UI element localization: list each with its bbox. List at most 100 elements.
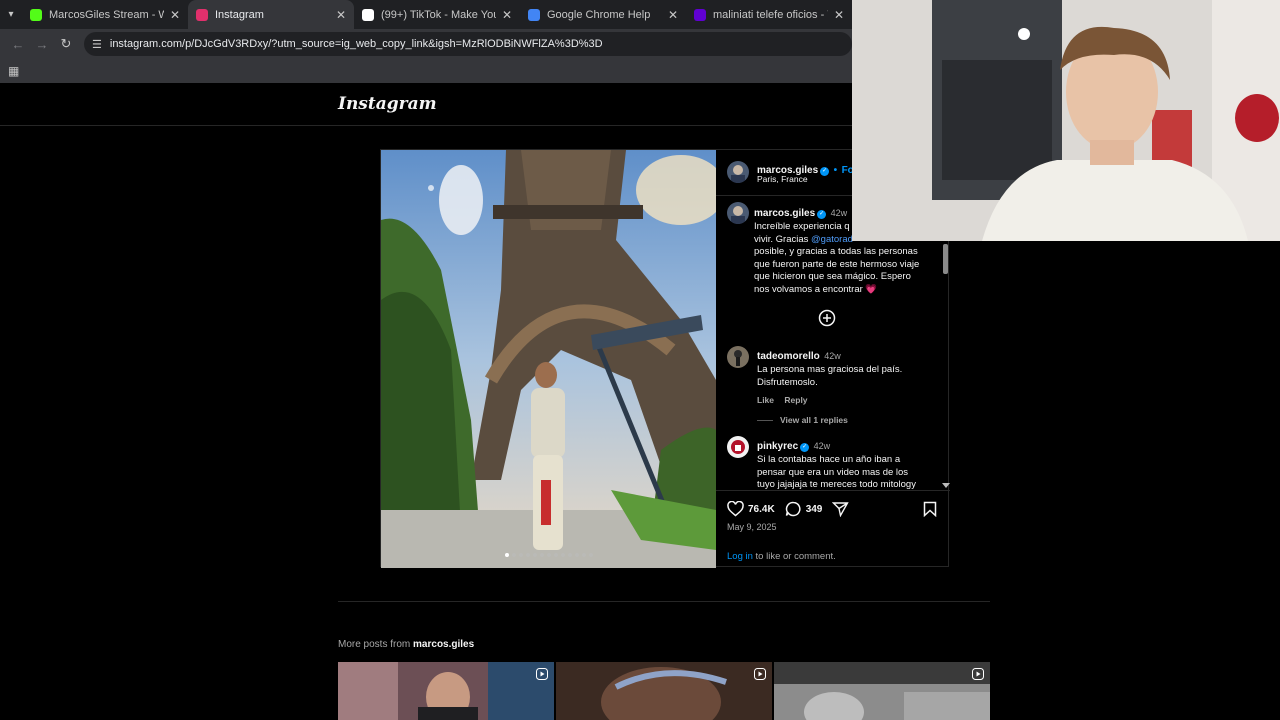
carousel-dot (561, 553, 565, 557)
browser-tab[interactable]: maliniati telefe oficios - Yahoo ✕ (686, 0, 852, 29)
post-date: May 9, 2025 (727, 522, 777, 532)
browser-tab[interactable]: Instagram ✕ (188, 0, 354, 29)
carousel-indicator (505, 553, 593, 557)
browser-tab[interactable]: Google Chrome Help ✕ (520, 0, 686, 29)
reel-icon (972, 668, 984, 680)
section-divider (338, 601, 990, 602)
reply-divider (757, 419, 773, 421)
comment: tadeomorello 42w La persona mas graciosa… (757, 346, 942, 425)
kick-icon (30, 8, 42, 21)
more-post-thumbnail[interactable] (774, 662, 990, 720)
apps-icon[interactable]: ▦ (8, 64, 19, 78)
more-post-thumbnail[interactable] (338, 662, 554, 720)
view-replies-label: View all 1 replies (780, 415, 848, 426)
forward-button[interactable]: → (30, 32, 54, 56)
webcam-overlay (852, 0, 1280, 241)
share-icon[interactable] (832, 501, 850, 517)
comment-like-button[interactable]: Like (757, 395, 774, 405)
carousel-dot (582, 553, 586, 557)
browser-toolbar: ← → ↻ ☰ instagram.com/p/DJcGdV3RDxy/?utm… (0, 29, 852, 59)
caption-line: que fueron parte de este hermoso viaje (754, 258, 920, 270)
save-bookmark-icon[interactable] (923, 501, 937, 517)
caption-mention-link[interactable]: @gatorad (811, 234, 853, 245)
caption-line: que hicieron que sea mágico. Espero (754, 271, 911, 283)
site-info-icon[interactable]: ☰ (92, 38, 102, 51)
follow-dot: • (833, 165, 838, 176)
tab-search-button[interactable]: ▾ (0, 0, 22, 29)
comment: pinkyrec ✓ 42w Si la contabas hace un año… (757, 436, 942, 490)
load-more-comments-button[interactable] (818, 309, 836, 332)
thumbnail-image (774, 662, 990, 720)
heart-icon[interactable] (727, 501, 744, 517)
view-replies-button[interactable]: View all 1 replies (757, 415, 942, 425)
caption-age: 42w (830, 208, 848, 218)
comments-scrollbar[interactable] (942, 244, 950, 488)
yahoo-icon (694, 8, 706, 21)
tab-title: maliniati telefe oficios - Yahoo (713, 8, 828, 21)
tab-title: (99+) TikTok - Make Your Day (381, 8, 496, 21)
carousel-dot (533, 553, 537, 557)
back-button[interactable]: ← (6, 32, 30, 56)
more-posts-username[interactable]: marcos.giles (413, 639, 474, 650)
close-tab-icon[interactable]: ✕ (502, 8, 512, 22)
streamer-webcam-image (852, 0, 1280, 241)
close-tab-icon[interactable]: ✕ (668, 8, 678, 22)
more-posts-heading: More posts from marcos.giles (338, 639, 474, 650)
author-avatar[interactable] (727, 161, 749, 183)
scroll-down-arrow-icon[interactable] (942, 483, 950, 488)
post-actions: 76.4K 349 May 9, 2025 Log in to like or … (716, 490, 950, 568)
close-tab-icon[interactable]: ✕ (336, 8, 346, 22)
comment-text: pensar que era un video mas de los (757, 466, 909, 478)
tab-title: MarcosGiles Stream - Watch Li (49, 8, 164, 21)
comment-icon[interactable] (785, 501, 802, 517)
browser-tab[interactable]: (99+) TikTok - Make Your Day ✕ (354, 0, 520, 29)
comment-reply-button[interactable]: Reply (784, 395, 807, 405)
commenter-avatar[interactable] (727, 436, 749, 458)
address-bar[interactable]: ☰ instagram.com/p/DJcGdV3RDxy/?utm_sourc… (84, 32, 852, 56)
caption-username[interactable]: marcos.giles (754, 208, 815, 219)
instagram-icon (196, 8, 208, 21)
commenter-avatar[interactable] (727, 346, 749, 368)
login-prompt-text: to like or comment. (752, 551, 836, 562)
browser-tab[interactable]: MarcosGiles Stream - Watch Li ✕ (22, 0, 188, 29)
instagram-logo[interactable]: Instagram (338, 94, 437, 114)
close-tab-icon[interactable]: ✕ (170, 8, 180, 22)
carousel-dot (540, 553, 544, 557)
caption-avatar[interactable] (727, 202, 749, 224)
post-location[interactable]: Paris, France (757, 174, 808, 184)
comment-age: 42w (813, 441, 831, 451)
carousel-dot (589, 553, 593, 557)
tiktok-icon (362, 8, 374, 21)
verified-badge-icon: ✓ (800, 443, 810, 452)
comments-count[interactable]: 349 (806, 504, 823, 515)
carousel-dot (554, 553, 558, 557)
carousel-dot (526, 553, 530, 557)
thumbnail-image (556, 662, 772, 720)
comment-text: Disfrutemoslo. (757, 376, 818, 388)
tab-strip: ▾ MarcosGiles Stream - Watch Li✕Instagra… (0, 0, 852, 29)
comment-text: La persona mas graciosa del país. (757, 364, 903, 375)
url-text: instagram.com/p/DJcGdV3RDxy/?utm_source=… (109, 38, 603, 50)
login-link[interactable]: Log in (727, 551, 753, 562)
likes-count[interactable]: 76.4K (748, 504, 775, 515)
comment-username[interactable]: tadeomorello (757, 351, 820, 362)
reel-icon (536, 668, 548, 680)
verified-badge-icon: ✓ (817, 210, 827, 219)
comment-username[interactable]: pinkyrec (757, 441, 798, 452)
reload-button[interactable]: ↻ (54, 32, 78, 56)
more-posts-prefix: More posts from (338, 639, 414, 650)
google-icon (528, 8, 540, 21)
carousel-dot (547, 553, 551, 557)
eiffel-tower-photo (381, 150, 716, 568)
scrollbar-thumb[interactable] (943, 244, 948, 274)
tab-title: Instagram (215, 8, 264, 21)
carousel-dot (575, 553, 579, 557)
more-post-thumbnail[interactable] (556, 662, 772, 720)
close-tab-icon[interactable]: ✕ (834, 8, 844, 22)
plus-circle-icon (818, 309, 836, 327)
post-photo[interactable] (381, 150, 716, 568)
bookmarks-bar: ▦ (0, 59, 852, 83)
caption-line: posible, y gracias a todas las personas (754, 246, 918, 258)
carousel-dot (519, 553, 523, 557)
thumbnail-image (338, 662, 554, 720)
